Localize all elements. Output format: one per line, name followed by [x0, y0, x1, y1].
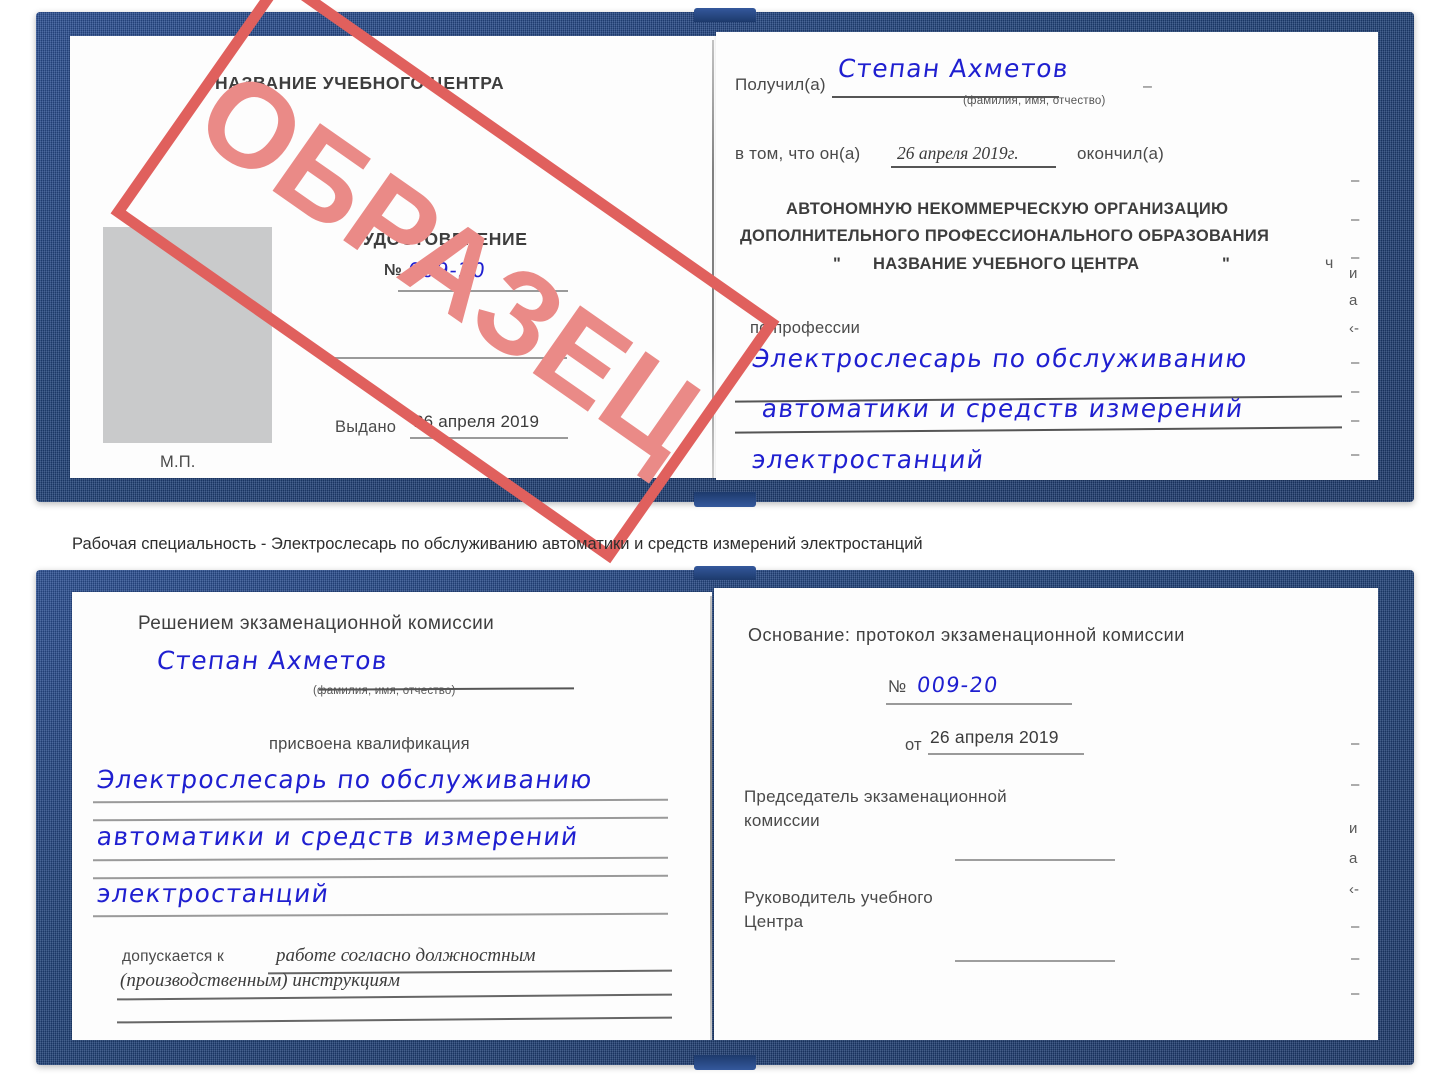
bottom-right-head-line1: Руководитель учебного — [744, 888, 933, 907]
top-left-number-value: 009-20 — [406, 258, 488, 282]
certificate-top-spine — [712, 40, 714, 478]
edge-fragment-bottom-5: ‹- — [1349, 881, 1359, 898]
top-right-org-line2: ДОПОЛНИТЕЛЬНОГО ПРОФЕССИОНАЛЬНОГО ОБРАЗО… — [740, 227, 1270, 245]
top-right-finished-label: окончил(а) — [1077, 144, 1164, 163]
bottom-right-protocol-number-rule — [886, 703, 1072, 705]
edge-fragment-top-2: – — [1351, 211, 1360, 228]
top-left-org-title: НАЗВАНИЕ УЧЕБНОГО ЦЕНТРА — [215, 73, 505, 93]
top-right-dash-1: – — [1143, 78, 1153, 95]
edge-fragment-bottom-4: а — [1349, 850, 1358, 867]
bottom-left-qualification-line3: электростанций — [95, 879, 331, 908]
top-right-received-name: Степан Ахметов — [836, 54, 1071, 83]
edge-fragment-bottom-1: – — [1351, 735, 1360, 752]
bottom-right-head-line2: Центра — [744, 912, 804, 931]
bottom-left-allowed-label: допускается к — [122, 948, 224, 965]
edge-fragment-top-5: а — [1349, 292, 1358, 309]
edge-fragment-top-9: – — [1351, 412, 1360, 429]
top-left-issued-rule — [410, 437, 568, 439]
spine-bottom-tab-2 — [694, 1055, 756, 1070]
top-left-issued-label: Выдано — [335, 418, 397, 436]
top-right-profession-line1: Электрослесарь по обслуживанию — [750, 344, 1250, 373]
edge-fragment-top-8: – — [1351, 383, 1360, 400]
top-left-blank-rule — [335, 357, 567, 359]
top-right-org-line1: АВТОНОМНУЮ НЕКОММЕРЧЕСКУЮ ОРГАНИЗАЦИЮ — [786, 200, 1229, 218]
top-right-profession-line2: автоматики и средств измерений — [760, 394, 1246, 423]
bottom-right-protocol-date-value: 26 апреля 2019 — [930, 727, 1059, 747]
edge-fragment-bottom-3: и — [1349, 820, 1358, 837]
edge-fragment-top-10: – — [1351, 446, 1360, 463]
top-right-name-hint: (фамилия, имя, отчество) — [963, 95, 1106, 107]
bottom-left-allowed-line2: (производственным) инструкциям — [120, 970, 400, 991]
bottom-right-protocol-date-label: от — [905, 736, 922, 754]
edge-fragment-top-6: ‹- — [1349, 320, 1359, 337]
top-right-profession-line3: электростанций — [750, 445, 986, 474]
top-right-completion-date: 26 апреля 2019г. — [897, 143, 1019, 163]
bottom-left-allowed-line1: работе согласно должностным — [276, 945, 536, 966]
bottom-right-basis-label: Основание: протокол экзаменационной коми… — [748, 625, 1185, 645]
bottom-left-qualification-label: присвоена квалификация — [269, 735, 470, 753]
top-right-quote-close: " — [1222, 255, 1231, 273]
bottom-right-chairman-line1: Председатель экзаменационной — [744, 787, 1007, 806]
photo-placeholder — [103, 227, 272, 443]
top-left-seal-label: М.П. — [160, 453, 196, 471]
top-right-org-line3: НАЗВАНИЕ УЧЕБНОГО ЦЕНТРА — [873, 255, 1140, 273]
top-right-received-label: Получил(а) — [735, 75, 826, 94]
edge-fragment-bottom-6: – — [1351, 918, 1360, 935]
edge-fragment-bottom-7: – — [1351, 950, 1360, 967]
edge-fragment-top-1: – — [1351, 172, 1360, 189]
bottom-right-protocol-number-label: № — [888, 677, 907, 696]
bottom-left-qualification-line1: Электрослесарь по обслуживанию — [95, 765, 595, 794]
bottom-right-protocol-number-value: 009-20 — [915, 673, 1001, 697]
top-left-doc-type: УДОСТОВЕРЕНИЕ — [363, 229, 528, 249]
bottom-left-qualification-line2: автоматики и средств измерений — [95, 822, 581, 851]
bottom-right-chairman-line2: комиссии — [744, 811, 820, 830]
bottom-right-protocol-date-rule — [928, 753, 1084, 755]
certificate-bottom-spine — [710, 596, 712, 1040]
top-right-date-rule — [891, 166, 1056, 168]
edge-fragment-top-7: – — [1351, 354, 1360, 371]
edge-fragment-bottom-8: – — [1351, 985, 1360, 1002]
bottom-left-name-hint: (фамилия, имя, отчество) — [313, 685, 456, 697]
edge-fragment-top-3: – — [1351, 249, 1360, 266]
top-left-issued-date: 26 апреля 2019 — [414, 412, 540, 431]
edge-fragment-top-4: и — [1349, 265, 1358, 282]
bottom-right-chairman-signature-rule — [955, 859, 1115, 861]
bottom-left-person-name: Степан Ахметов — [155, 646, 390, 675]
edge-fragment-bottom-2: – — [1351, 776, 1360, 793]
top-left-number-label: № — [384, 262, 403, 279]
top-left-number-rule — [398, 290, 568, 292]
spine-bottom-tab — [694, 492, 756, 507]
bottom-left-decision-title: Решением экзаменационной комиссии — [138, 613, 495, 634]
edge-fragment-top-cyr: ч — [1325, 255, 1334, 272]
top-right-inthat-label: в том, что он(а) — [735, 144, 861, 163]
page-caption: Рабочая специальность - Электрослесарь п… — [72, 535, 923, 553]
top-right-quote-open: " — [833, 255, 842, 273]
top-right-profession-label: по профессии — [750, 319, 861, 337]
bottom-right-head-signature-rule — [955, 960, 1115, 962]
